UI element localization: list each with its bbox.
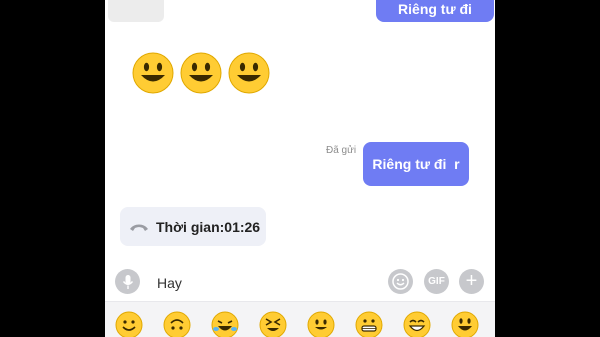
gif-button[interactable]: GIF xyxy=(424,269,449,294)
call-duration-text: Thời gian:01:26 xyxy=(156,218,261,235)
emoji-tray xyxy=(105,301,495,337)
plus-icon: + xyxy=(465,270,478,292)
upside-down-face-icon[interactable] xyxy=(163,311,191,337)
smiley-icon xyxy=(392,273,409,290)
neutral-face-icon[interactable] xyxy=(307,311,335,337)
microphone-button[interactable] xyxy=(115,269,140,294)
gif-label: GIF xyxy=(428,276,445,287)
rolling-on-floor-laughing-icon[interactable] xyxy=(211,311,239,337)
add-attachment-button[interactable]: + xyxy=(459,269,484,294)
message-text: Riêng tư đi xyxy=(398,1,472,17)
emoji-picker-button[interactable] xyxy=(388,269,413,294)
grinning-face-icon xyxy=(180,52,222,94)
message-text: Riêng tư đi r xyxy=(372,156,460,172)
smiling-face-icon[interactable] xyxy=(115,311,143,337)
beaming-face-icon[interactable] xyxy=(403,311,431,337)
grinning-face-icon[interactable] xyxy=(451,311,479,337)
incoming-image-partial[interactable] xyxy=(108,0,164,22)
message-input-bar: GIF + xyxy=(105,266,495,300)
message-input[interactable] xyxy=(151,270,381,296)
outgoing-message-bubble[interactable]: Riêng tư đi r xyxy=(363,142,469,186)
sent-status-label: Đã gửi xyxy=(326,145,357,156)
chat-screen: Riêng tư đi Đã gửi Riêng tư đi r Thời gi… xyxy=(105,0,495,337)
emoji-message[interactable] xyxy=(132,52,270,94)
grinning-face-icon xyxy=(228,52,270,94)
outgoing-message-bubble[interactable]: Riêng tư đi xyxy=(376,0,494,22)
grinning-face-icon xyxy=(132,52,174,94)
message-list[interactable]: Riêng tư đi Đã gửi Riêng tư đi r Thời gi… xyxy=(105,0,495,266)
call-record-bubble[interactable]: Thời gian:01:26 xyxy=(120,207,266,246)
phone-hangup-icon xyxy=(130,224,148,231)
microphone-icon xyxy=(122,274,133,289)
grimacing-face-icon[interactable] xyxy=(355,311,383,337)
squinting-face-icon[interactable] xyxy=(259,311,287,337)
